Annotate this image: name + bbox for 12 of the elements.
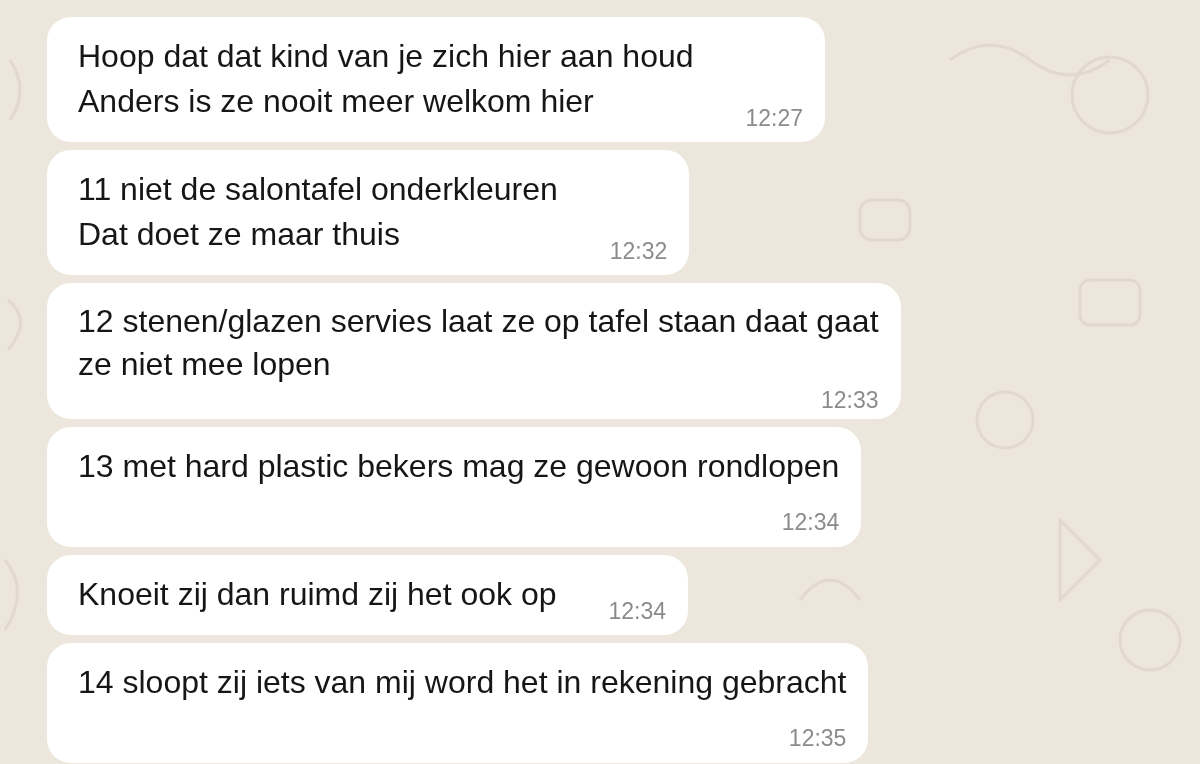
message-text: Knoeit zij dan ruimd zij het ook op xyxy=(78,575,557,614)
message-time: 12:34 xyxy=(780,508,840,536)
message-time: 12:35 xyxy=(787,724,847,752)
message-time: 12:27 xyxy=(745,104,804,132)
message-text: 14 sloopt zij iets van mij word het in rekening gebracht xyxy=(78,663,847,702)
message-time: 12:32 xyxy=(609,237,668,265)
message-text: 11 niet de salontafel onderkleuren Dat doet ze maar thuis xyxy=(78,170,558,254)
message-text: Hoop dat dat kind van je zich hier aan houd Anders is ze nooit meer welkom hier xyxy=(78,37,694,121)
message-time: 12:33 xyxy=(820,386,879,414)
message-text: 13 met hard plastic bekers mag ze gewoon rondlopen xyxy=(78,447,840,486)
message-time: 12:34 xyxy=(608,597,667,625)
message-text: 12 stenen/glazen servies laat ze op tafel staan daat gaat ze niet mee lopen xyxy=(78,302,879,384)
